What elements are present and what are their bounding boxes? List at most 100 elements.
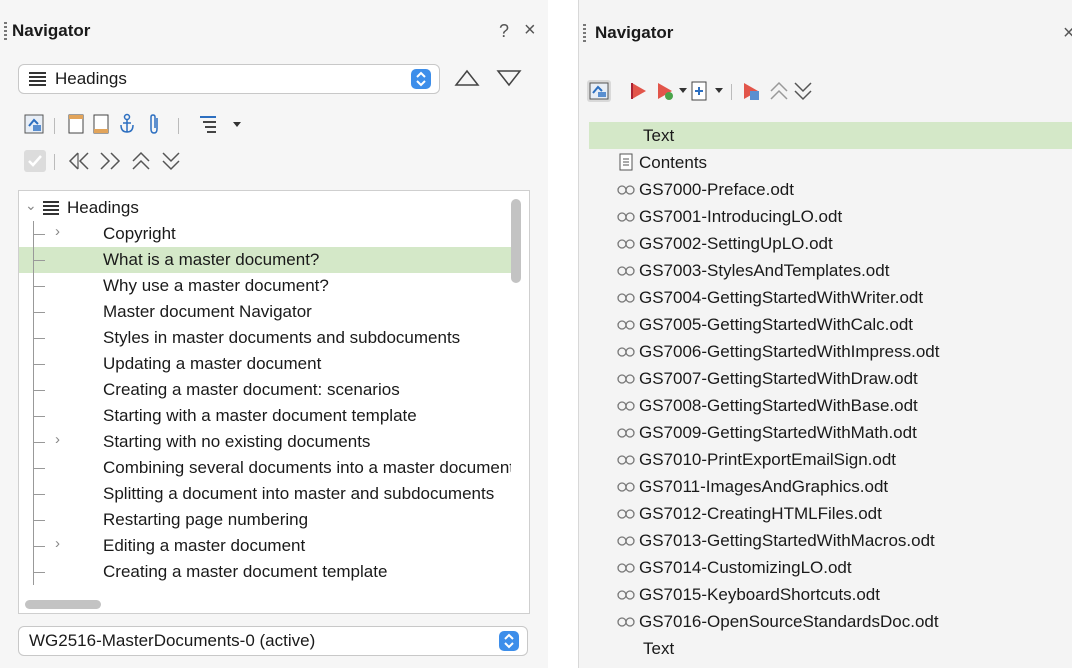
insert-icon[interactable] <box>691 81 709 101</box>
document-select-value: WG2516-MasterDocuments-0 (active) <box>29 631 316 650</box>
tree-item-heading[interactable]: Starting with a master document template <box>19 403 511 429</box>
next-heading-icon[interactable] <box>496 68 522 88</box>
link-icon <box>617 455 635 465</box>
master-list-item[interactable]: Text <box>589 122 1072 149</box>
toolbar-separator <box>54 118 55 134</box>
tree-item-heading[interactable]: Combining several documents into a maste… <box>19 455 511 481</box>
close-button[interactable]: × <box>1063 22 1072 45</box>
demote-level-icon[interactable] <box>160 150 182 172</box>
master-list-item[interactable]: GS7009-GettingStartedWithMath.odt <box>589 419 1072 446</box>
horizontal-scrollbar[interactable] <box>25 600 101 609</box>
help-button[interactable]: ? <box>499 21 509 42</box>
master-list-item-label: GS7003-StylesAndTemplates.odt <box>639 261 890 280</box>
master-list-item[interactable]: GS7011-ImagesAndGraphics.odt <box>589 473 1072 500</box>
navigator-panel-right: Navigator × Text Contents GS7000-Preface.o… <box>578 0 1072 668</box>
master-list-item[interactable]: GS7005-GettingStartedWithCalc.odt <box>589 311 1072 338</box>
demote-chapter-icon[interactable] <box>97 151 123 171</box>
tree-item-heading[interactable]: › Copyright <box>19 221 511 247</box>
master-list-item-label: GS7013-GettingStartedWithMacros.odt <box>639 531 935 550</box>
anchor-icon[interactable] <box>117 113 137 135</box>
tree-item-heading[interactable]: Creating a master document template <box>19 559 511 585</box>
tree-item-label: Combining several documents into a maste… <box>103 458 511 477</box>
tree-root-headings[interactable]: ⌄ Headings <box>19 195 511 221</box>
update-icon[interactable] <box>655 81 675 101</box>
vertical-scrollbar[interactable] <box>511 199 521 283</box>
toolbar-separator <box>54 154 55 170</box>
tree-item-label: Master document Navigator <box>103 302 312 321</box>
promote-level-icon[interactable] <box>130 150 152 172</box>
master-list-item[interactable]: Contents <box>589 149 1072 176</box>
expand-chevron-icon[interactable]: › <box>55 431 60 448</box>
master-list-item[interactable]: GS7003-StylesAndTemplates.odt <box>589 257 1072 284</box>
checkmark-icon[interactable] <box>24 150 46 172</box>
content-type-value: Headings <box>55 69 127 88</box>
expand-chevron-icon[interactable]: › <box>55 223 60 240</box>
save-contents-icon[interactable] <box>741 81 761 101</box>
tree-item-heading[interactable]: Creating a master document: scenarios <box>19 377 511 403</box>
tree-item-heading[interactable]: › Editing a master document <box>19 533 511 559</box>
master-list-item[interactable]: GS7006-GettingStartedWithImpress.odt <box>589 338 1072 365</box>
drag-handle[interactable] <box>4 22 7 40</box>
dropdown-arrow-icon[interactable] <box>411 69 431 89</box>
master-list-item[interactable]: GS7004-GettingStartedWithWriter.odt <box>589 284 1072 311</box>
tree-line <box>33 312 45 313</box>
tree-item-label: Starting with a master document template <box>103 406 417 425</box>
toggle-master-view-icon[interactable] <box>587 80 611 102</box>
tree-item-label: Editing a master document <box>103 536 306 555</box>
master-list-item[interactable]: GS7013-GettingStartedWithMacros.odt <box>589 527 1072 554</box>
master-list-item[interactable]: GS7015-KeyboardShortcuts.odt <box>589 581 1072 608</box>
move-up-icon[interactable] <box>769 81 789 101</box>
dropdown-small-icon[interactable] <box>679 88 687 94</box>
master-list-item[interactable]: GS7000-Preface.odt <box>589 176 1072 203</box>
link-icon <box>617 347 635 357</box>
header-icon[interactable] <box>68 114 84 134</box>
dropdown-small-icon[interactable] <box>715 88 723 94</box>
master-list-item-label: GS7004-GettingStartedWithWriter.odt <box>639 288 924 307</box>
headings-icon <box>43 201 59 215</box>
master-list-item-label: GS7001-IntroducingLO.odt <box>639 207 843 226</box>
tree-line <box>33 390 45 391</box>
link-icon <box>617 185 635 195</box>
tree-item-heading[interactable]: Master document Navigator <box>19 299 511 325</box>
link-icon <box>617 320 635 330</box>
edit-icon[interactable] <box>629 81 649 101</box>
footer-icon[interactable] <box>93 114 109 134</box>
tree-line <box>33 546 45 547</box>
master-list-item[interactable]: GS7010-PrintExportEmailSign.odt <box>589 446 1072 473</box>
tree-item-label: Splitting a document into master and sub… <box>103 484 495 503</box>
master-list-item[interactable]: GS7007-GettingStartedWithDraw.odt <box>589 365 1072 392</box>
document-select[interactable]: WG2516-MasterDocuments-0 (active) <box>18 626 528 656</box>
move-down-icon[interactable] <box>793 81 813 101</box>
link-icon <box>617 536 635 546</box>
close-button[interactable]: × <box>524 19 536 42</box>
master-list-item[interactable]: GS7012-CreatingHTMLFiles.odt <box>589 500 1072 527</box>
master-list-item[interactable]: Text <box>589 635 1072 662</box>
content-type-dropdown[interactable]: Headings <box>18 64 440 94</box>
master-list-item[interactable]: GS7014-CustomizingLO.odt <box>589 554 1072 581</box>
master-list-item[interactable]: GS7016-OpenSourceStandardsDoc.odt <box>589 608 1072 635</box>
tree-item-heading[interactable]: Styles in master documents and subdocume… <box>19 325 511 351</box>
tree-item-heading[interactable]: Why use a master document? <box>19 273 511 299</box>
master-list-item[interactable]: GS7008-GettingStartedWithBase.odt <box>589 392 1072 419</box>
previous-heading-icon[interactable] <box>454 68 480 88</box>
master-list-item[interactable]: GS7001-IntroducingLO.odt <box>589 203 1072 230</box>
master-list-item[interactable]: GS7002-SettingUpLO.odt <box>589 230 1072 257</box>
content-navigation-view-icon[interactable] <box>24 114 44 134</box>
drag-handle[interactable] <box>583 24 586 42</box>
tree-item-heading[interactable]: What is a master document? <box>19 247 511 273</box>
promote-chapter-icon[interactable] <box>66 151 92 171</box>
content-tree[interactable]: ⌄ Headings › Copyright What is a master do… <box>18 190 530 614</box>
tree-item-label: Updating a master document <box>103 354 322 373</box>
tree-item-heading[interactable]: › Starting with no existing documents <box>19 429 511 455</box>
dropdown-small-icon[interactable] <box>233 122 241 128</box>
tree-item-heading[interactable]: Updating a master document <box>19 351 511 377</box>
tree-line <box>33 468 45 469</box>
collapse-chevron-icon[interactable]: ⌄ <box>25 197 37 214</box>
tree-item-heading[interactable]: Restarting page numbering <box>19 507 511 533</box>
headings-icon <box>29 72 46 86</box>
paperclip-icon[interactable] <box>146 113 162 135</box>
tree-item-heading[interactable]: Splitting a document into master and sub… <box>19 481 511 507</box>
dropdown-arrow-icon[interactable] <box>499 631 519 651</box>
outline-level-icon[interactable] <box>200 114 222 134</box>
expand-chevron-icon[interactable]: › <box>55 535 60 552</box>
